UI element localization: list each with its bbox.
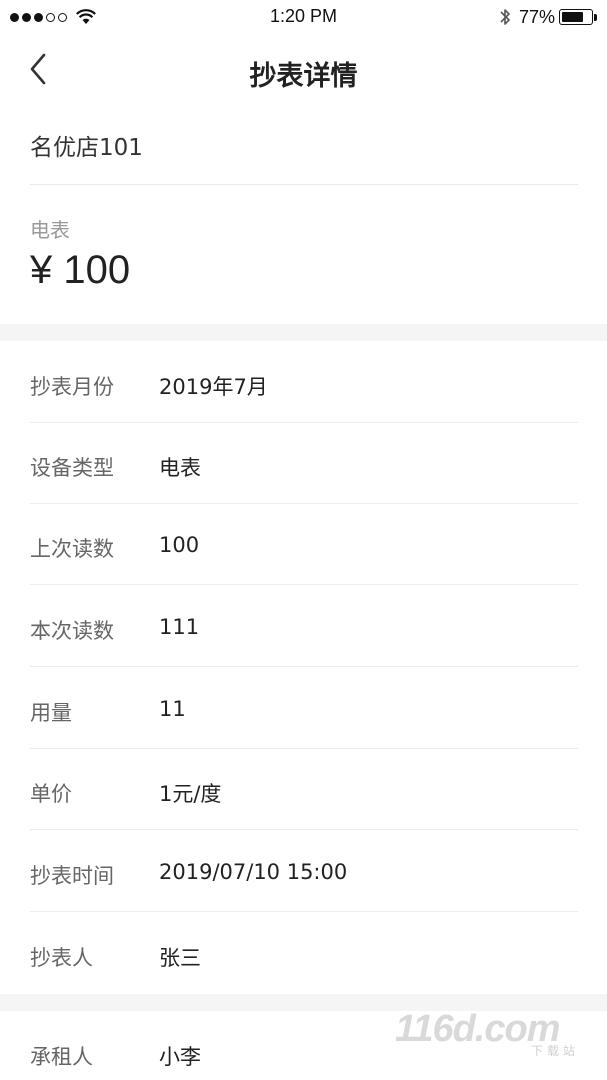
row-divider bbox=[30, 584, 578, 585]
row-value: 100 bbox=[159, 533, 200, 557]
detail-row-last-reading: 上次读数 100 bbox=[30, 505, 578, 585]
row-divider bbox=[30, 829, 578, 830]
row-label: 上次读数 bbox=[30, 537, 114, 561]
page-title: 抄表详情 bbox=[249, 61, 358, 92]
status-bar: 1:20 PM 77% bbox=[0, 0, 607, 34]
row-value: 张三 bbox=[159, 946, 201, 970]
divider bbox=[30, 184, 578, 185]
detail-row-reader: 抄表人 张三 bbox=[30, 914, 578, 994]
detail-row-unit-price: 单价 1元/度 bbox=[30, 750, 578, 830]
battery-fill bbox=[562, 12, 583, 22]
row-value: 1元/度 bbox=[159, 782, 222, 806]
row-label: 抄表月份 bbox=[30, 375, 114, 399]
amount-value: ¥ 100 bbox=[30, 248, 131, 292]
row-divider bbox=[30, 666, 578, 667]
row-divider bbox=[30, 503, 578, 504]
detail-row-current-reading: 本次读数 111 bbox=[30, 587, 578, 667]
watermark-subtext: 下载站 bbox=[530, 1044, 579, 1058]
row-label: 设备类型 bbox=[30, 456, 114, 480]
detail-row-month: 抄表月份 2019年7月 bbox=[30, 343, 578, 423]
row-label: 本次读数 bbox=[30, 619, 114, 643]
row-divider bbox=[30, 422, 578, 423]
row-label: 抄表人 bbox=[30, 946, 93, 970]
section-separator bbox=[0, 324, 607, 341]
detail-row-reading-time: 抄表时间 2019/07/10 15:00 bbox=[30, 832, 578, 912]
detail-row-device-type: 设备类型 电表 bbox=[30, 424, 578, 504]
bluetooth-icon bbox=[500, 9, 510, 25]
detail-row-usage: 用量 11 bbox=[30, 669, 578, 749]
row-value: 电表 bbox=[159, 456, 201, 480]
row-label: 承租人 bbox=[30, 1045, 93, 1069]
row-value: 小李 bbox=[159, 1045, 201, 1069]
battery-icon bbox=[559, 9, 593, 25]
meter-type-label: 电表 bbox=[30, 218, 70, 242]
watermark-logo: 116d.com 下载站 bbox=[395, 1008, 585, 1058]
row-divider bbox=[30, 748, 578, 749]
nav-bar: 抄表详情 bbox=[0, 34, 607, 104]
row-value: 2019/07/10 15:00 bbox=[159, 860, 348, 884]
screen: 1:20 PM 77% 抄表详情 名优店101 电表 ¥ 100 抄表月份 20… bbox=[0, 0, 607, 1080]
row-divider bbox=[30, 911, 578, 912]
row-label: 单价 bbox=[30, 782, 72, 806]
row-label: 抄表时间 bbox=[30, 864, 114, 888]
row-label: 用量 bbox=[30, 701, 72, 725]
status-right: 77% bbox=[499, 6, 597, 28]
row-value: 11 bbox=[159, 697, 186, 721]
battery-cap bbox=[594, 13, 597, 21]
shop-name: 名优店101 bbox=[30, 135, 143, 161]
row-value: 2019年7月 bbox=[159, 375, 268, 399]
battery-percent: 77% bbox=[518, 6, 555, 27]
row-value: 111 bbox=[159, 615, 200, 639]
